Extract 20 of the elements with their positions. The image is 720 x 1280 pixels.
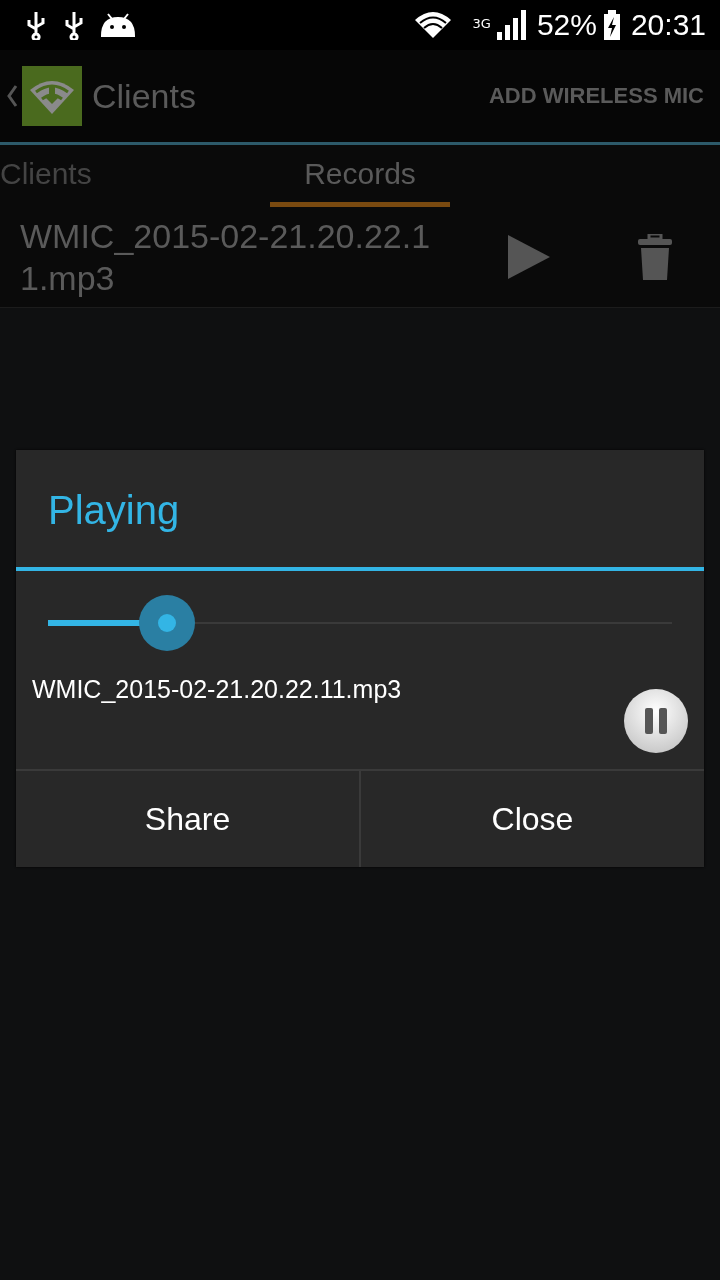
dialog-button[interactable]: Close: [359, 771, 704, 867]
trash-icon[interactable]: [638, 234, 672, 280]
dialog-title: Playing: [16, 450, 704, 571]
app-logo-icon: [22, 66, 82, 126]
tab[interactable]: Clients: [0, 145, 270, 207]
clock: 20:31: [630, 8, 706, 42]
add-wireless-mic-button[interactable]: ADD WIRELESS MIC: [488, 75, 704, 117]
battery-charging-icon: [602, 10, 621, 40]
signal-icon: [496, 10, 527, 40]
file-name: WMIC_2015-02-21.20.22.11.mp3: [32, 675, 402, 704]
android-icon: [100, 12, 136, 38]
back-caret-icon: [6, 84, 18, 108]
home-button[interactable]: [6, 66, 82, 126]
battery-percent: 52%: [536, 8, 597, 42]
record-name: WMIC_2015-02-21.20.22.11.mp3: [20, 216, 432, 299]
screen-title: Clients: [92, 76, 197, 116]
network-type: 3G: [472, 16, 491, 31]
dialog-button[interactable]: Share: [16, 771, 359, 867]
play-icon[interactable]: [508, 235, 550, 279]
seek-slider[interactable]: [48, 595, 672, 651]
